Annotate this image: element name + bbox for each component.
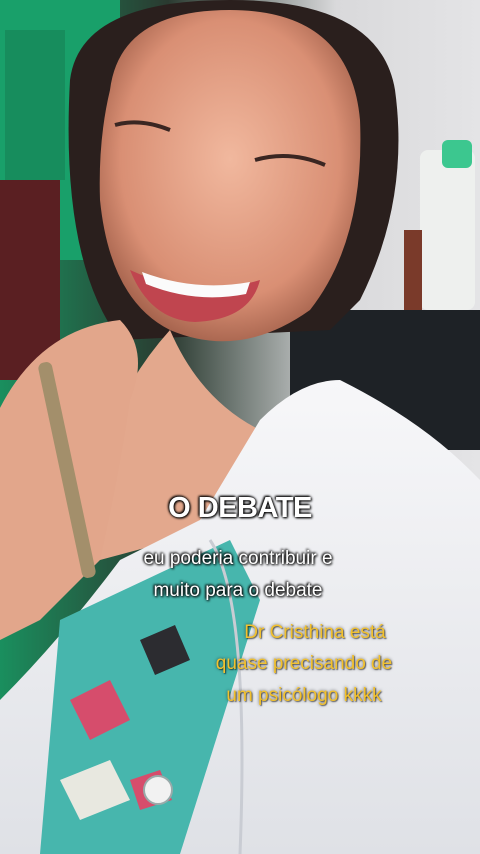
comment-line-2: quase precisando de [215, 653, 393, 674]
caption-line-2: muito para o debate [153, 580, 323, 601]
caption-line-1: eu poderia contribuir e [143, 548, 333, 569]
video-frame: O DEBATE eu poderia contribuir e muito p… [0, 0, 480, 854]
comment-line-1: Dr Cristhina está [244, 622, 386, 643]
caption-title: O DEBATE [168, 492, 312, 524]
background-photo [0, 0, 480, 854]
comment-line-3: um psicólogo kkkk [226, 685, 382, 706]
